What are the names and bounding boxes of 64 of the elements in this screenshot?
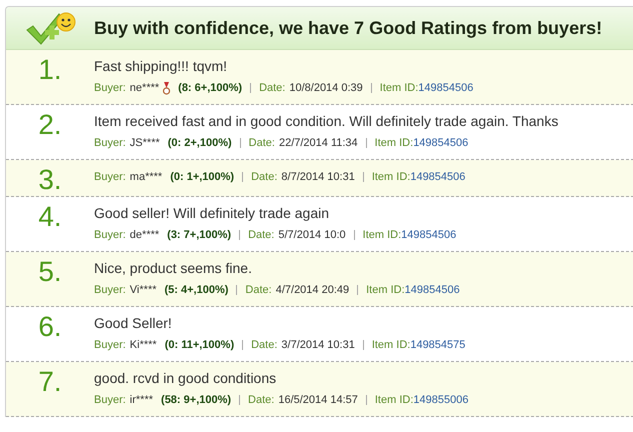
item-id-link[interactable]: 149854506 bbox=[410, 171, 466, 183]
rating-date: 3/7/2014 10:31 bbox=[281, 339, 355, 351]
rating-date: 4/7/2014 20:49 bbox=[276, 284, 350, 296]
buyer-name: ir**** bbox=[130, 394, 154, 406]
rating-comment: Good seller! Will definitely trade again bbox=[94, 205, 330, 221]
header-title: Buy with confidence, we have 7 Good Ratings from buyers! bbox=[94, 18, 602, 38]
item-id-label: Item ID: bbox=[366, 284, 405, 296]
buyer-label: Buyer: bbox=[94, 394, 126, 406]
buyer-score: (8: 6+,100%) bbox=[178, 82, 242, 94]
rating-comment: Fast shipping!!! tqvm! bbox=[94, 58, 228, 74]
date-label: Date: bbox=[251, 171, 278, 183]
buyer-label: Buyer: bbox=[94, 171, 126, 183]
rating-date: 5/7/2014 10:0 bbox=[278, 229, 346, 241]
buyer-score: (0: 11+,100%) bbox=[164, 339, 234, 351]
item-id-link[interactable]: 149854575 bbox=[410, 339, 466, 351]
date-label: Date: bbox=[248, 137, 275, 149]
buyer-label: Buyer: bbox=[94, 137, 126, 149]
buyer-score: (0: 2+,100%) bbox=[168, 137, 232, 149]
buyer-label: Buyer: bbox=[94, 284, 126, 296]
rating-date: 16/5/2014 14:57 bbox=[278, 394, 358, 406]
rating-date: 10/8/2014 0:39 bbox=[289, 82, 363, 94]
item-id-link[interactable]: 149854506 bbox=[413, 137, 468, 149]
date-label: Date: bbox=[248, 394, 274, 406]
item-id-link[interactable]: 149854506 bbox=[404, 284, 460, 296]
item-id-link[interactable]: 149854506 bbox=[401, 229, 456, 241]
item-id-label: Item ID: bbox=[374, 394, 414, 406]
item-id-label: Item ID: bbox=[374, 137, 414, 149]
date-label: Date: bbox=[248, 229, 274, 241]
rating-date: 8/7/2014 10:31 bbox=[281, 171, 355, 183]
buyer-name: de**** bbox=[130, 229, 160, 241]
buyer-label: Buyer: bbox=[94, 229, 126, 241]
rating-comment: Item received fast and in good condition. Will definitely trade again. Thanks bbox=[94, 113, 558, 129]
buyer-name: ma**** bbox=[130, 171, 162, 183]
rating-number: 2. bbox=[38, 109, 62, 141]
rating-number: 6. bbox=[38, 311, 62, 343]
item-id-label: Item ID: bbox=[380, 82, 418, 94]
buyer-label: Buyer: bbox=[94, 339, 126, 351]
item-id-link[interactable]: 149854506 bbox=[418, 82, 474, 94]
rating-comment: good. rcvd in good conditions bbox=[94, 370, 278, 386]
buyer-name: Vi**** bbox=[130, 284, 157, 296]
rating-number: 5. bbox=[38, 256, 62, 288]
item-id-link[interactable]: 149855006 bbox=[413, 394, 468, 406]
rating-number: 3. bbox=[38, 164, 62, 196]
rating-number: 7. bbox=[38, 366, 62, 398]
buyer-score: (58: 9+,100%) bbox=[161, 394, 232, 406]
item-id-label: Item ID: bbox=[362, 229, 402, 241]
item-id-label: Item ID: bbox=[372, 171, 410, 183]
date-label: Date: bbox=[251, 339, 278, 351]
buyer-score: (5: 4+,100%) bbox=[164, 284, 228, 296]
medal-icon bbox=[163, 82, 170, 94]
rating-number: 4. bbox=[38, 201, 62, 233]
buyer-name: ne**** bbox=[130, 82, 160, 94]
date-label: Date: bbox=[245, 284, 272, 296]
rating-comment: Nice, product seems fine. bbox=[94, 260, 253, 276]
buyer-name: Ki**** bbox=[130, 339, 157, 351]
buyer-score: (3: 7+,100%) bbox=[167, 229, 232, 241]
buyer-name: JS**** bbox=[130, 137, 160, 149]
date-label: Date: bbox=[259, 82, 286, 94]
buyer-score: (0: 1+,100%) bbox=[170, 171, 234, 183]
rating-date: 22/7/2014 11:34 bbox=[278, 137, 358, 149]
rating-comment: Good Seller! bbox=[94, 315, 173, 331]
buyer-label: Buyer: bbox=[94, 82, 126, 94]
item-id-label: Item ID: bbox=[372, 339, 410, 351]
rating-number: 1. bbox=[38, 54, 62, 86]
